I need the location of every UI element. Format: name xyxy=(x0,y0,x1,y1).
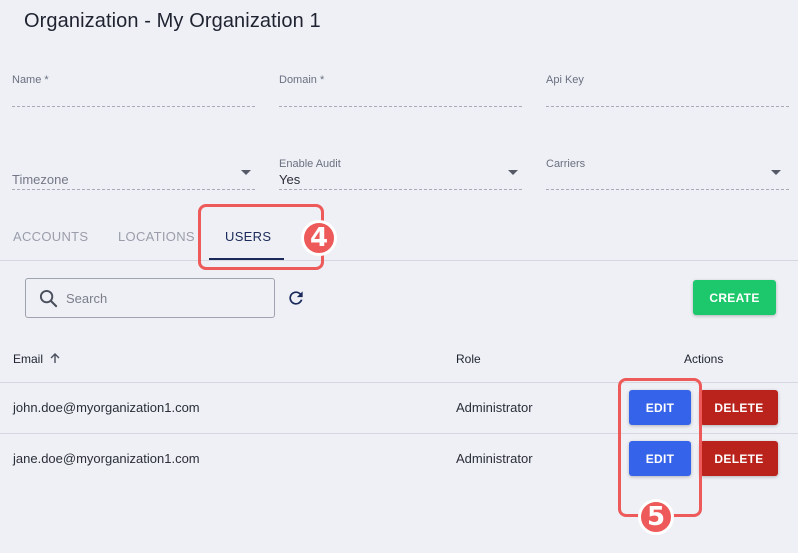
column-header-actions: Actions xyxy=(684,352,724,366)
carriers-value xyxy=(546,172,789,188)
name-value[interactable] xyxy=(12,88,255,104)
delete-button[interactable]: DELETE xyxy=(700,390,778,425)
annotation-highlight-edit-buttons xyxy=(618,378,702,517)
refresh-icon[interactable] xyxy=(286,288,306,308)
row-email: jane.doe@myorganization1.com xyxy=(13,451,200,466)
annotation-badge-4: 4 xyxy=(301,220,337,256)
api-key-underline xyxy=(546,106,789,107)
carriers-underline xyxy=(546,189,789,190)
delete-button[interactable]: DELETE xyxy=(700,441,778,476)
enable-audit-label: Enable Audit xyxy=(279,158,341,170)
page-title: Organization - My Organization 1 xyxy=(24,10,321,32)
chevron-down-icon[interactable] xyxy=(508,170,518,175)
timezone-placeholder: Timezone xyxy=(12,172,69,187)
timezone-underline xyxy=(12,189,255,190)
domain-label: Domain * xyxy=(279,74,325,86)
carriers-select[interactable]: Carriers xyxy=(546,157,789,193)
chevron-down-icon[interactable] xyxy=(771,170,781,175)
api-key-value[interactable] xyxy=(546,88,789,104)
create-button[interactable]: CREATE xyxy=(693,280,776,315)
name-label: Name * xyxy=(12,74,49,86)
tab-bar: ACCOUNTS LOCATIONS USERS xyxy=(0,215,798,261)
column-header-email[interactable]: Email xyxy=(13,352,61,366)
api-key-label: Api Key xyxy=(546,74,584,86)
organization-page: Organization - My Organization 1 Name * … xyxy=(0,0,798,553)
search-box[interactable] xyxy=(25,278,275,318)
chevron-down-icon[interactable] xyxy=(241,170,251,175)
sort-arrow-up-icon[interactable] xyxy=(49,352,61,364)
row-email: john.doe@myorganization1.com xyxy=(13,400,200,415)
name-field[interactable]: Name * xyxy=(12,73,255,109)
annotation-badge-5: 5 xyxy=(638,499,674,535)
column-header-role: Role xyxy=(456,352,481,366)
tab-accounts[interactable]: ACCOUNTS xyxy=(13,229,88,244)
row-role: Administrator xyxy=(456,400,533,415)
domain-underline xyxy=(279,106,522,107)
api-key-field[interactable]: Api Key xyxy=(546,73,789,109)
domain-value[interactable] xyxy=(279,88,522,104)
domain-field[interactable]: Domain * xyxy=(279,73,522,109)
search-icon xyxy=(39,289,58,308)
row-role: Administrator xyxy=(456,451,533,466)
timezone-select[interactable]: Timezone xyxy=(12,157,255,193)
enable-audit-select[interactable]: Enable Audit Yes xyxy=(279,157,522,193)
enable-audit-underline xyxy=(279,189,522,190)
name-underline xyxy=(12,106,255,107)
tab-locations[interactable]: LOCATIONS xyxy=(118,229,195,244)
search-input[interactable] xyxy=(66,289,266,307)
carriers-label: Carriers xyxy=(546,158,586,170)
enable-audit-value: Yes xyxy=(279,172,301,187)
